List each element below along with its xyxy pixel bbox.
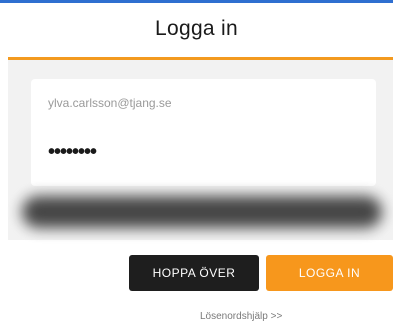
blurred-overlay [22,196,382,228]
page-title: Logga in [155,17,238,40]
skip-button[interactable]: HOPPA ÖVER [129,255,259,291]
email-field[interactable] [48,92,348,114]
top-strip [0,0,393,3]
login-button[interactable]: LOGGA IN [266,255,393,291]
password-field[interactable] [48,140,348,164]
forgot-password-link[interactable]: Lösenordshjälp >> [200,311,282,322]
